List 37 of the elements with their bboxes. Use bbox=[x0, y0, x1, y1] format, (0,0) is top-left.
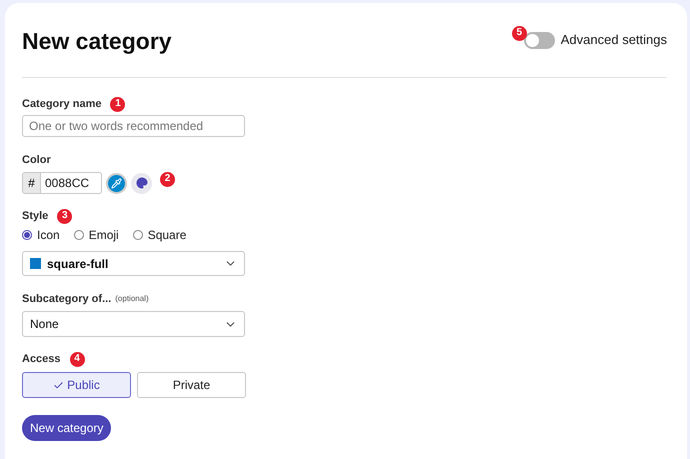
eyedropper-icon bbox=[111, 178, 122, 188]
access-option-button[interactable]: Public bbox=[22, 372, 131, 398]
check-icon bbox=[53, 380, 64, 390]
palette-button[interactable] bbox=[131, 172, 152, 194]
select-value: None bbox=[30, 316, 60, 333]
color-picker-button[interactable] bbox=[106, 172, 127, 194]
field-label: Subcategory of... bbox=[22, 292, 112, 307]
radio-label: Icon bbox=[37, 227, 60, 244]
parent-select[interactable]: None bbox=[22, 311, 245, 337]
radio-label: Emoji bbox=[88, 227, 119, 244]
color-input-field[interactable]: # 0088CC bbox=[22, 172, 102, 194]
toggle-switch[interactable] bbox=[524, 32, 555, 48]
radio-button[interactable] bbox=[22, 230, 32, 240]
radio-button[interactable] bbox=[132, 230, 143, 240]
palette-icon bbox=[136, 177, 148, 189]
name-input-field[interactable]: One or two words recommended bbox=[22, 115, 245, 137]
number-badge: 4 bbox=[70, 352, 85, 366]
field-label: Style bbox=[22, 208, 48, 224]
icon-select[interactable]: square-full bbox=[22, 251, 245, 276]
radio-button[interactable] bbox=[74, 230, 84, 240]
hash-prefix: # bbox=[23, 173, 41, 193]
page-title: New category bbox=[22, 26, 172, 56]
number-badge: 5 bbox=[512, 26, 527, 41]
field-label: Color bbox=[22, 152, 51, 168]
number-badge: 2 bbox=[160, 172, 175, 186]
submit-button[interactable]: New category bbox=[22, 415, 112, 441]
access-option-button[interactable]: Private bbox=[137, 372, 246, 398]
number-badge: 3 bbox=[57, 208, 72, 224]
optional-note: (optional) bbox=[115, 293, 149, 305]
hex-value: 0088CC bbox=[44, 175, 90, 192]
toggle-label: Advanced settings bbox=[560, 31, 667, 50]
field-label: Access bbox=[22, 352, 61, 367]
field-label: Category name bbox=[22, 96, 102, 112]
square-icon bbox=[30, 258, 41, 269]
number-badge: 1 bbox=[110, 96, 126, 112]
radio-label: Square bbox=[148, 227, 186, 244]
select-value: square-full bbox=[47, 256, 110, 272]
